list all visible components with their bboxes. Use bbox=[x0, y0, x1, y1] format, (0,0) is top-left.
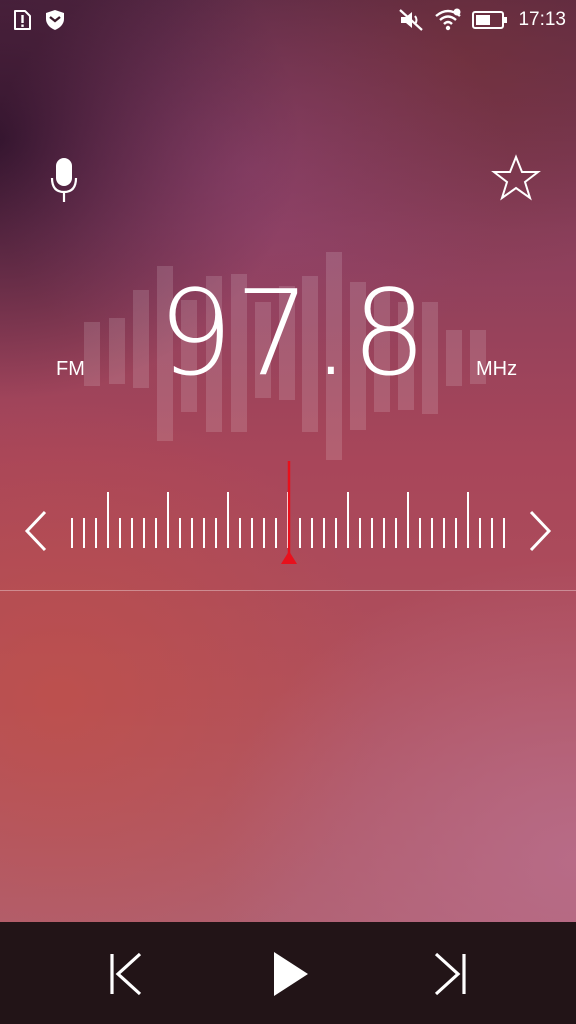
seek-down-button[interactable] bbox=[16, 505, 56, 557]
favorite-button[interactable] bbox=[488, 152, 544, 204]
play-icon bbox=[270, 950, 310, 998]
star-icon bbox=[491, 154, 541, 202]
next-button[interactable] bbox=[420, 944, 480, 1004]
unit-label: MHz bbox=[476, 358, 518, 380]
divider bbox=[0, 590, 576, 591]
seek-up-button[interactable] bbox=[520, 505, 560, 557]
tuner-pointer-head[interactable] bbox=[281, 551, 297, 564]
frequency-display: 97.8 bbox=[158, 264, 429, 402]
status-bar: 17:13 bbox=[0, 0, 576, 40]
shield-icon bbox=[44, 9, 66, 31]
playback-controls bbox=[0, 922, 576, 1024]
chevron-left-icon bbox=[23, 510, 49, 552]
voice-search-button[interactable] bbox=[44, 154, 84, 206]
wifi-icon bbox=[434, 8, 462, 32]
band-label: FM bbox=[56, 358, 85, 380]
skip-previous-icon bbox=[108, 951, 144, 997]
chevron-right-icon bbox=[527, 510, 553, 552]
tuning-scale[interactable] bbox=[0, 455, 576, 575]
skip-next-icon bbox=[432, 951, 468, 997]
sim-alert-icon bbox=[12, 9, 32, 31]
previous-button[interactable] bbox=[96, 944, 156, 1004]
mute-icon bbox=[398, 8, 424, 32]
microphone-icon bbox=[49, 156, 79, 204]
play-button[interactable] bbox=[260, 944, 320, 1004]
clock: 17:13 bbox=[518, 9, 566, 30]
battery-icon bbox=[472, 10, 508, 30]
